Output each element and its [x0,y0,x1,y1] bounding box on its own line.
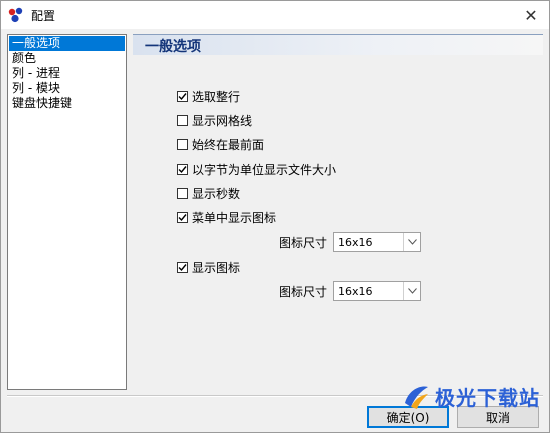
option-label: 菜单中显示图标 [192,210,277,225]
option-always-on-top[interactable]: 始终在最前面 [177,136,264,152]
ok-button[interactable]: 确定(O) [367,406,449,428]
checkbox[interactable] [177,261,188,273]
icon-size-row: 图标尺寸 16x16 [279,281,422,301]
menu-icon-size-select[interactable]: 16x16 [333,232,422,252]
app-icon [8,7,23,23]
close-icon: ✕ [524,5,538,25]
nav-item-colors[interactable]: 颜色 [9,51,125,66]
panel-header: 一般选项 [133,34,543,55]
checkbox[interactable] [177,163,188,175]
option-label: 以字节为单位显示文件大小 [192,162,337,177]
option-label: 显示网格线 [192,113,253,128]
icon-size-select[interactable]: 16x16 [333,281,422,301]
option-label: 显示秒数 [192,186,241,201]
option-full-row-select[interactable]: 选取整行 [177,88,240,104]
icon-size-label: 图标尺寸 [279,284,328,299]
checkbox[interactable] [177,90,188,102]
nav-item-shortcuts[interactable]: 键盘快捷键 [9,96,125,111]
checkbox[interactable] [177,187,188,199]
option-label: 显示图标 [192,260,241,275]
config-dialog: 配置 ✕ 一般选项 颜色 列 - 进程 列 - 模块 键盘快捷键 一般选项 选取… [0,0,550,433]
nav-item-general[interactable]: 一般选项 [9,36,125,51]
option-show-seconds[interactable]: 显示秒数 [177,185,240,201]
option-label: 选取整行 [192,89,241,104]
checkbox[interactable] [177,114,188,126]
icon-size-value: 16x16 [338,284,373,298]
option-show-icons[interactable]: 显示图标 [177,259,240,275]
cancel-button[interactable]: 取消 [457,406,539,428]
category-list[interactable]: 一般选项 颜色 列 - 进程 列 - 模块 键盘快捷键 [7,34,127,390]
menu-icon-size-row: 图标尺寸 16x16 [279,232,422,252]
menu-icon-size-value: 16x16 [338,235,373,249]
check-icon [178,165,187,173]
checkbox[interactable] [177,138,188,150]
option-label: 始终在最前面 [192,137,265,152]
option-menu-icons[interactable]: 菜单中显示图标 [177,209,276,225]
checkbox[interactable] [177,211,188,223]
close-button[interactable]: ✕ [513,1,549,29]
nav-item-process-columns[interactable]: 列 - 进程 [9,66,125,81]
chevron-down-icon[interactable] [403,282,420,300]
footer-separator [7,395,543,397]
window-title: 配置 [31,9,56,23]
nav-item-module-columns[interactable]: 列 - 模块 [9,81,125,96]
check-icon [178,263,187,271]
title-bar[interactable]: 配置 ✕ [1,1,549,29]
chevron-down-icon[interactable] [403,233,420,251]
option-show-gridlines[interactable]: 显示网格线 [177,112,252,128]
option-file-size-bytes[interactable]: 以字节为单位显示文件大小 [177,161,336,177]
panel-title: 一般选项 [145,39,201,55]
check-icon [178,213,187,221]
menu-icon-size-label: 图标尺寸 [279,235,328,250]
check-icon [178,92,187,100]
